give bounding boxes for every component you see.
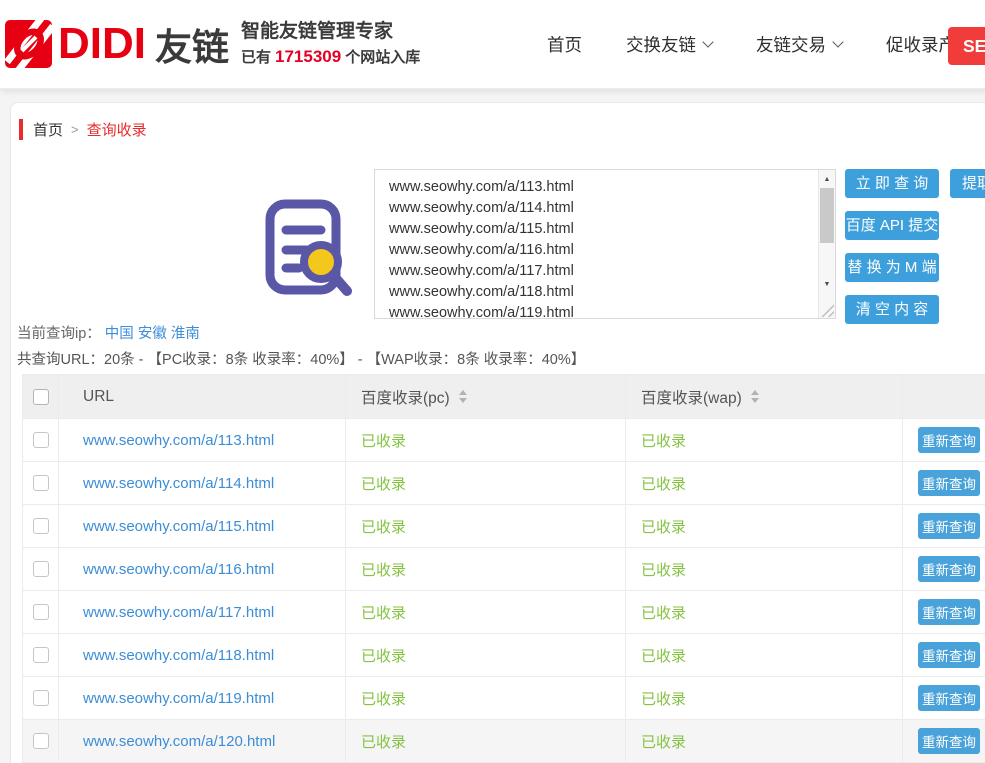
textarea-scrollbar[interactable]: ▲ ▼ [818,170,835,318]
table-row: www.seowhy.com/a/119.html 已收录 已收录 重新查询 [23,677,985,720]
main-nav: 首页 交换友链 友链交易 促收录产品 [547,0,985,88]
pc-status: 已收录 [346,419,626,462]
header-pc-sort[interactable]: 百度收录(pc) [346,375,626,419]
row-checkbox[interactable] [33,647,49,663]
breadcrumb-accent-bar [19,119,23,140]
url-link[interactable]: www.seowhy.com/a/118.html [83,647,274,664]
requery-button[interactable]: 重新查询 [918,427,980,453]
nav-item-link-trade[interactable]: 友链交易 [756,32,842,57]
pc-status: 已收录 [346,548,626,591]
row-checkbox[interactable] [33,432,49,448]
url-link[interactable]: www.seowhy.com/a/113.html [83,432,274,449]
url-input[interactable]: www.seowhy.com/a/113.html www.seowhy.com… [375,170,818,318]
requery-button[interactable]: 重新查询 [918,728,980,754]
url-input-container: www.seowhy.com/a/113.html www.seowhy.com… [374,169,836,319]
sort-icon[interactable] [459,390,467,403]
url-link[interactable]: www.seowhy.com/a/115.html [83,518,274,535]
header-url: URL [59,375,346,419]
row-checkbox[interactable] [33,604,49,620]
breadcrumb-home-link[interactable]: 首页 [33,119,63,140]
pc-status: 已收录 [346,505,626,548]
breadcrumb: 首页 > 查询收录 [19,119,147,140]
ip-location: 中国 安徽 淮南 [105,326,200,342]
site-stat: 已有1715309个网站入库 [241,46,420,68]
wap-status: 已收录 [626,462,903,505]
current-ip-line: 当前查询ip：中国 安徽 淮南 [17,322,200,343]
action-button-column: 立 即 查 询 百度 API 提交 替 换 为 M 端 清 空 内 容 [845,169,939,337]
table-row: www.seowhy.com/a/117.html 已收录 已收录 重新查询 [23,591,985,634]
content-card: 首页 > 查询收录 www.seowhy.com/a/113.html www.… [10,102,985,763]
wap-status: 已收录 [626,720,903,763]
wap-status: 已收录 [626,677,903,720]
wap-status: 已收录 [626,505,903,548]
site-header: DIDI 友链 智能友链管理专家 已有1715309个网站入库 首页 交换友链 … [0,0,985,89]
requery-button[interactable]: 重新查询 [918,685,980,711]
results-table: URL 百度收录(pc) 百度收录(wap) www.seowhy.com/a/… [22,374,985,763]
url-link[interactable]: www.seowhy.com/a/120.html [83,733,275,750]
table-header-row: URL 百度收录(pc) 百度收录(wap) [23,375,985,419]
extract-button[interactable]: 提取 [950,169,985,198]
tagline-text: 智能友链管理专家 [241,20,420,44]
ip-label: 当前查询ip： [17,326,101,342]
chevron-down-icon [702,36,713,47]
requery-button[interactable]: 重新查询 [918,599,980,625]
url-link[interactable]: www.seowhy.com/a/116.html [83,561,274,578]
nav-item-home[interactable]: 首页 [547,32,582,57]
scroll-up-arrow[interactable]: ▲ [819,171,835,187]
clear-content-button[interactable]: 清 空 内 容 [845,295,939,324]
baidu-api-submit-button[interactable]: 百度 API 提交 [845,211,939,240]
requery-button[interactable]: 重新查询 [918,642,980,668]
chevron-down-icon [832,36,843,47]
row-checkbox[interactable] [33,733,49,749]
header-wap-sort[interactable]: 百度收录(wap) [626,375,903,419]
brand-tagline: 智能友链管理专家 已有1715309个网站入库 [241,20,420,68]
header-actions [903,375,985,419]
seo-cta-button[interactable]: SEO [948,27,985,65]
table-row: www.seowhy.com/a/118.html 已收录 已收录 重新查询 [23,634,985,677]
scroll-down-arrow[interactable]: ▼ [819,276,835,292]
breadcrumb-current: 查询收录 [87,119,147,140]
pc-status: 已收录 [346,677,626,720]
wap-status: 已收录 [626,548,903,591]
row-checkbox[interactable] [33,475,49,491]
brand-logo[interactable]: DIDI 友链 智能友链管理专家 已有1715309个网站入库 [5,0,420,88]
query-summary: 共查询URL：20条 - 【PC收录：8条 收录率：40%】 - 【WAP收录：… [17,348,585,369]
row-checkbox[interactable] [33,518,49,534]
wap-status: 已收录 [626,419,903,462]
requery-button[interactable]: 重新查询 [918,556,980,582]
breadcrumb-separator: > [71,122,79,137]
pc-status: 已收录 [346,720,626,763]
document-search-icon [263,197,357,297]
select-all-checkbox[interactable] [33,389,49,405]
site-count: 1715309 [275,47,341,66]
nav-item-exchange-links[interactable]: 交换友链 [626,32,712,57]
url-link[interactable]: www.seowhy.com/a/114.html [83,475,274,492]
requery-button[interactable]: 重新查询 [918,470,980,496]
replace-with-m-button[interactable]: 替 换 为 M 端 [845,253,939,282]
sort-icon[interactable] [751,390,759,403]
pc-status: 已收录 [346,462,626,505]
table-row: www.seowhy.com/a/116.html 已收录 已收录 重新查询 [23,548,985,591]
url-link[interactable]: www.seowhy.com/a/117.html [83,604,274,621]
query-now-button[interactable]: 立 即 查 询 [845,169,939,198]
pc-status: 已收录 [346,591,626,634]
row-checkbox[interactable] [33,690,49,706]
brand-suffix: 友链 [155,17,229,71]
brand-name: DIDI [58,19,146,69]
table-row: www.seowhy.com/a/115.html 已收录 已收录 重新查询 [23,505,985,548]
pc-status: 已收录 [346,634,626,677]
requery-button[interactable]: 重新查询 [918,513,980,539]
table-row: www.seowhy.com/a/114.html 已收录 已收录 重新查询 [23,462,985,505]
table-row: www.seowhy.com/a/113.html 已收录 已收录 重新查询 [23,419,985,462]
table-row: www.seowhy.com/a/120.html 已收录 已收录 重新查询 [23,720,985,763]
scrollbar-thumb[interactable] [820,188,834,243]
chain-link-icon [5,18,52,70]
wap-status: 已收录 [626,591,903,634]
wap-status: 已收录 [626,634,903,677]
url-link[interactable]: www.seowhy.com/a/119.html [83,690,274,707]
row-checkbox[interactable] [33,561,49,577]
